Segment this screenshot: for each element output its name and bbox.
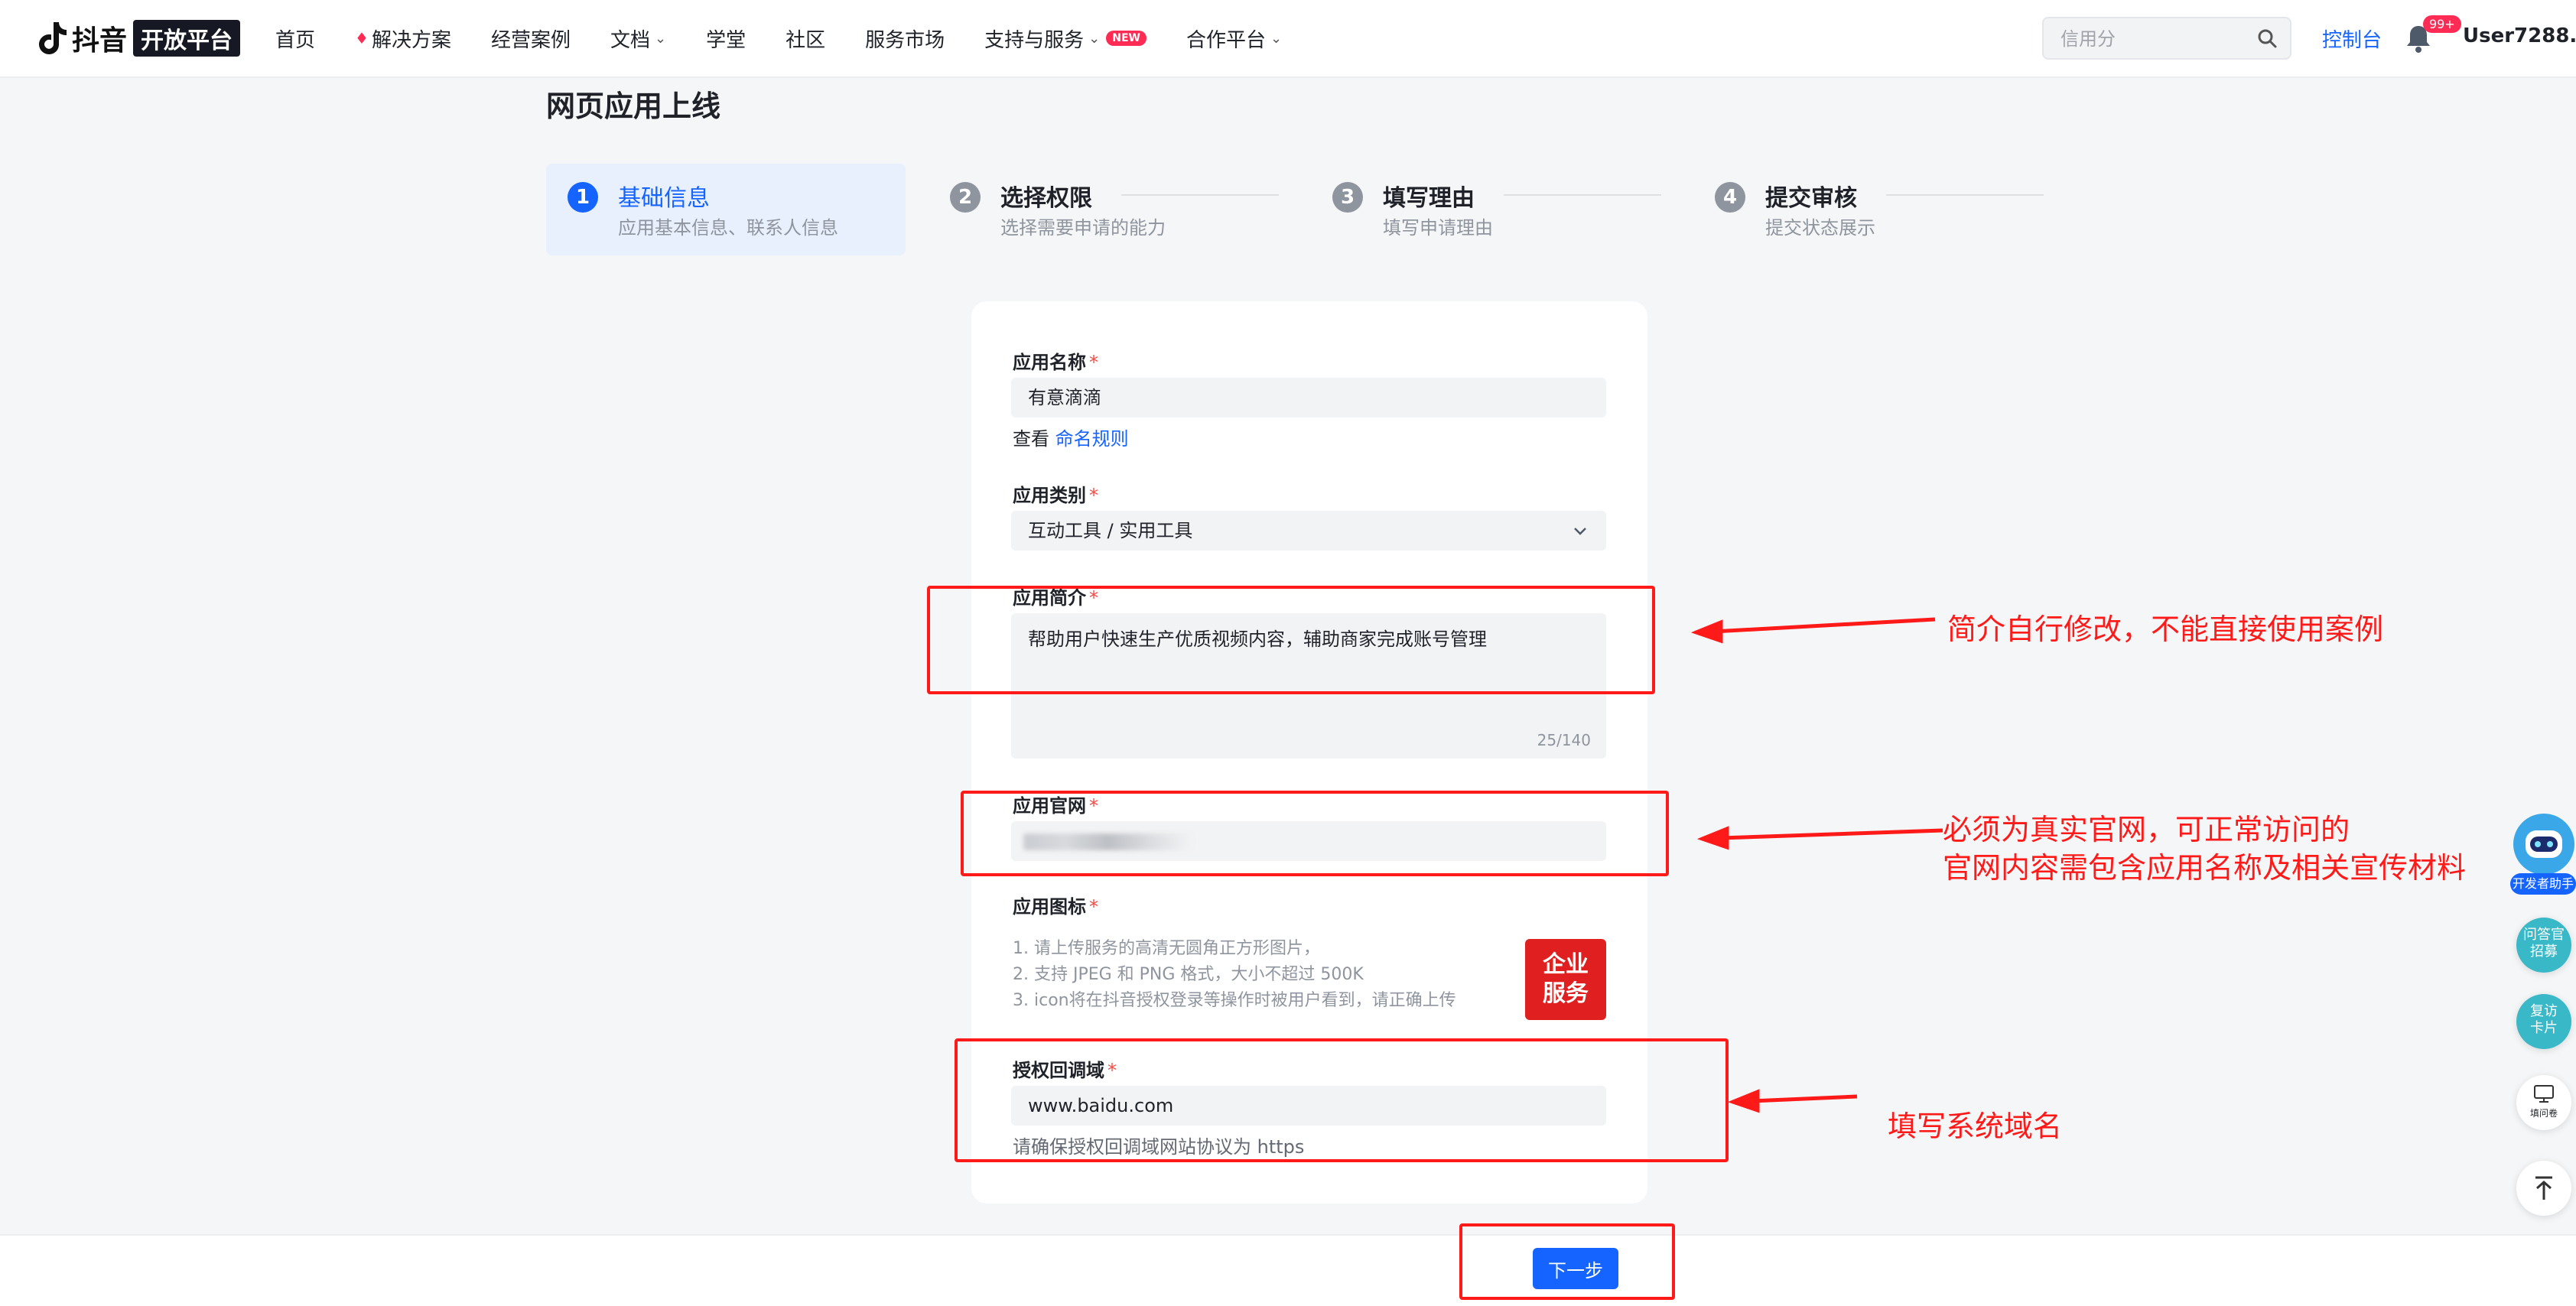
annotation-box-domain	[955, 1038, 1729, 1162]
nav-academy[interactable]: 学堂	[706, 24, 746, 53]
arrow-domain	[1751, 1094, 1858, 1103]
hint-line: 2. 支持 JPEG 和 PNG 格式，大小不超过 500K	[1013, 965, 1364, 984]
main-nav: 首页 ♦ 解决方案 经营案例 文档 ⌄ 学堂 社区 服务市场 支持与服务 ⌄ NEW 合…	[275, 0, 1322, 76]
user-menu[interactable]: User7288... ⌄	[2463, 24, 2576, 47]
step-number: 1	[568, 182, 598, 213]
fire-icon: ♦	[355, 29, 369, 47]
annotation-box-next	[1459, 1223, 1675, 1300]
annotation-intro-note: 简介自行修改，不能直接使用案例	[1947, 612, 2384, 646]
nav-solutions[interactable]: ♦ 解决方案	[355, 24, 451, 53]
chevron-down-icon: ⌄	[1088, 30, 1101, 47]
survey-label: 问答官招募	[2523, 927, 2565, 960]
search-box	[2042, 17, 2291, 60]
step-basic-info[interactable]: 1 基础信息 应用基本信息、联系人信息	[546, 164, 906, 255]
app-icon-hints: 1. 请上传服务的高清无圆角正方形图片， 2. 支持 JPEG 和 PNG 格式…	[1013, 936, 1456, 1014]
hint-line: 1. 请上传服务的高清无圆角正方形图片，	[1013, 939, 1320, 958]
icon-image-text: 企业	[1543, 951, 1589, 978]
nav-support[interactable]: 支持与服务 ⌄ NEW	[984, 24, 1147, 53]
app-category-select[interactable]: 互动工具 / 实用工具	[1011, 511, 1606, 551]
username: User7288...	[2463, 24, 2576, 47]
revisit-card-button[interactable]: 复访 卡片	[2516, 994, 2571, 1049]
nav-community[interactable]: 社区	[785, 24, 825, 53]
douyin-open-platform-logo[interactable]: 抖音 开放平台	[37, 20, 241, 57]
nav-cases[interactable]: 经营案例	[491, 24, 571, 53]
step-subtitle: 填写申请理由	[1383, 217, 1493, 239]
console-link[interactable]: 控制台	[2322, 24, 2382, 53]
douyin-note-icon	[39, 22, 67, 54]
nav-home[interactable]: 首页	[275, 24, 315, 53]
annotation-website-note-2: 官网内容需包含应用名称及相关宣传材料	[1943, 851, 2467, 885]
step-select-permission[interactable]: 2 选择权限 选择需要申请的能力	[929, 164, 1288, 255]
step-connector	[1886, 194, 2044, 196]
notification-count-badge: 99+	[2423, 15, 2461, 33]
logo-text: 抖音	[72, 25, 128, 57]
hint-line: 3. icon将在抖音授权登录等操作时被用户看到，请正确上传	[1013, 991, 1456, 1010]
annotation-website-note-1: 必须为真实官网，可正常访问的	[1943, 813, 2350, 846]
step-subtitle: 应用基本信息、联系人信息	[618, 217, 838, 239]
chevron-down-icon: ⌄	[1270, 30, 1283, 47]
nav-partner-platform[interactable]: 合作平台 ⌄	[1186, 24, 1282, 53]
arrow-up-icon	[2535, 1176, 2552, 1200]
step-number: 3	[1332, 182, 1363, 213]
arrow-website	[1720, 828, 1943, 840]
arrow-intro	[1712, 617, 1936, 634]
step-title: 基础信息	[618, 185, 710, 212]
step-subtitle: 选择需要申请的能力	[1000, 217, 1166, 239]
app-category-label: 应用类别 *	[1013, 485, 1098, 506]
survey-recruit-button[interactable]: 问答官招募	[2516, 918, 2571, 973]
annotation-box-intro	[927, 586, 1655, 694]
bottom-action-bar	[0, 1234, 2576, 1306]
step-connector	[1121, 194, 1279, 196]
revisit-card-label: 复访 卡片	[2530, 1003, 2558, 1036]
back-to-top-button[interactable]	[2516, 1161, 2571, 1216]
step-indicator: 1 基础信息 应用基本信息、联系人信息 2 选择权限 选择需要申请的能力 3 填…	[546, 164, 2076, 255]
annotation-domain-note: 填写系统域名	[1888, 1109, 2063, 1143]
step-title: 填写理由	[1383, 185, 1475, 212]
developer-assistant-label[interactable]: 开发者助手	[2510, 873, 2576, 895]
char-counter: 25/140	[1537, 731, 1591, 749]
step-title: 选择权限	[1000, 185, 1092, 212]
arrowhead	[1690, 619, 1723, 644]
step-connector	[1504, 194, 1661, 196]
feedback-label: 填问卷	[2529, 1108, 2558, 1119]
logo-open-platform-box: 开放平台	[133, 20, 241, 57]
step-number: 2	[950, 182, 981, 213]
chevron-down-icon	[1574, 528, 1586, 535]
app-name-label: 应用名称 *	[1013, 352, 1098, 373]
annotation-box-website	[961, 791, 1669, 876]
naming-rule-text: 查看 命名规则	[1013, 428, 1129, 450]
nav-docs[interactable]: 文档 ⌄	[610, 24, 666, 53]
step-fill-reason[interactable]: 3 填写理由 填写申请理由	[1311, 164, 1670, 255]
app-icon-label: 应用图标 *	[1013, 896, 1098, 918]
search-icon[interactable]	[2256, 28, 2278, 49]
search-input[interactable]	[2059, 24, 2246, 54]
step-number: 4	[1715, 182, 1745, 213]
arrowhead	[1696, 826, 1729, 850]
app-category-value: 互动工具 / 实用工具	[1028, 520, 1193, 541]
app-icon-upload[interactable]: 企业 服务	[1525, 939, 1606, 1020]
new-badge: NEW	[1106, 31, 1147, 46]
naming-rule-link[interactable]: 命名规则	[1055, 428, 1129, 450]
arrowhead	[1727, 1089, 1760, 1113]
icon-image-text: 服务	[1543, 980, 1589, 1007]
step-title: 提交审核	[1765, 185, 1857, 212]
top-navigation-bar: 抖音 开放平台 首页 ♦ 解决方案 经营案例 文档 ⌄ 学堂 社区 服务市场 支持与…	[0, 0, 2576, 78]
step-submit-review[interactable]: 4 提交审核 提交状态展示	[1693, 164, 2053, 255]
feedback-button[interactable]: 填问卷	[2516, 1075, 2571, 1130]
monitor-icon	[2534, 1085, 2554, 1103]
step-subtitle: 提交状态展示	[1765, 217, 1875, 239]
app-name-input[interactable]: 有意滴滴	[1011, 378, 1606, 417]
chevron-down-icon: ⌄	[655, 30, 667, 47]
page-title: 网页应用上线	[546, 89, 721, 123]
nav-service-market[interactable]: 服务市场	[865, 24, 945, 53]
